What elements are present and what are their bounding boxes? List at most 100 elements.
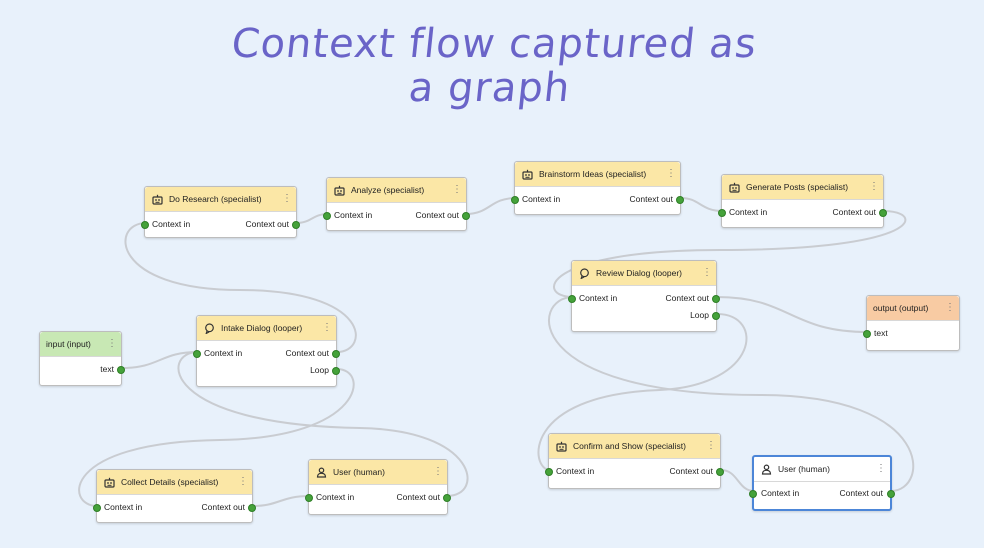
port-label-out: Context out	[245, 219, 289, 229]
node-header[interactable]: User (human) ⋮	[754, 457, 890, 482]
node-title: Do Research (specialist)	[169, 194, 262, 204]
node-brainstorm-ideas[interactable]: Brainstorm Ideas (specialist) ⋮ Context …	[511, 161, 684, 215]
input-port[interactable]	[749, 490, 757, 498]
loop-port[interactable]	[332, 367, 340, 375]
output-port[interactable]	[887, 490, 895, 498]
more-vertical-icon[interactable]: ⋮	[869, 182, 879, 192]
port-label-in: Context in	[579, 293, 618, 303]
node-output[interactable]: output (output) ⋮ text	[863, 295, 960, 351]
robot-icon	[333, 184, 345, 196]
node-title: Confirm and Show (specialist)	[573, 441, 686, 451]
robot-icon	[728, 181, 740, 193]
output-port[interactable]	[443, 494, 451, 502]
node-header[interactable]: output (output) ⋮	[867, 296, 959, 321]
node-analyze[interactable]: Analyze (specialist) ⋮ Context in Contex…	[323, 177, 470, 231]
more-vertical-icon[interactable]: ⋮	[282, 194, 292, 204]
node-collect-details[interactable]: Collect Details (specialist) ⋮ Context i…	[93, 469, 256, 523]
input-port[interactable]	[141, 221, 149, 229]
wire-analyze-brainstorm	[465, 197, 517, 215]
node-header[interactable]: Confirm and Show (specialist) ⋮	[549, 434, 720, 459]
port-label-in: text	[874, 328, 888, 338]
port-label-out: Context out	[629, 194, 673, 204]
robot-icon	[103, 476, 115, 488]
input-port[interactable]	[863, 330, 871, 338]
output-port[interactable]	[332, 350, 340, 358]
node-input[interactable]: input (input) ⋮ text	[39, 331, 125, 386]
port-label-in: Context in	[104, 502, 143, 512]
input-port[interactable]	[93, 504, 101, 512]
port-label-out: Context out	[201, 502, 245, 512]
port-label-loop: Loop	[690, 310, 709, 320]
node-title: output (output)	[873, 303, 929, 313]
more-vertical-icon[interactable]: ⋮	[666, 169, 676, 179]
output-port[interactable]	[462, 212, 470, 220]
loop-port[interactable]	[712, 312, 720, 320]
loop-icon	[578, 267, 590, 279]
port-label-in: Context in	[729, 207, 768, 217]
input-port[interactable]	[511, 196, 519, 204]
more-vertical-icon[interactable]: ⋮	[702, 268, 712, 278]
person-icon	[315, 466, 327, 478]
port-label-out: Context out	[839, 488, 883, 498]
node-do-research[interactable]: Do Research (specialist) ⋮ Context in Co…	[141, 186, 300, 238]
node-header[interactable]: Intake Dialog (looper) ⋮	[197, 316, 336, 341]
more-vertical-icon[interactable]: ⋮	[876, 464, 886, 474]
wire-collect-user1	[251, 495, 311, 507]
port-label-out: Context out	[285, 348, 329, 358]
more-vertical-icon[interactable]: ⋮	[706, 441, 716, 451]
output-port[interactable]	[879, 209, 887, 217]
node-header[interactable]: Review Dialog (looper) ⋮	[572, 261, 716, 286]
node-user-human-selected[interactable]: User (human) ⋮ Context in Context out	[749, 455, 895, 511]
input-port[interactable]	[193, 350, 201, 358]
node-title: User (human)	[333, 467, 385, 477]
node-intake-dialog[interactable]: Intake Dialog (looper) ⋮ Context in Cont…	[193, 315, 340, 387]
input-port[interactable]	[718, 209, 726, 217]
node-title: User (human)	[778, 464, 830, 474]
port-label-in: Context in	[204, 348, 243, 358]
node-header[interactable]: Collect Details (specialist) ⋮	[97, 470, 252, 495]
input-port[interactable]	[323, 212, 331, 220]
output-port[interactable]	[248, 504, 256, 512]
input-port[interactable]	[305, 494, 313, 502]
title-line-1: Context flow captured as	[229, 21, 760, 67]
node-title: Collect Details (specialist)	[121, 477, 219, 487]
wire-input-intake	[121, 351, 199, 369]
more-vertical-icon[interactable]: ⋮	[945, 303, 955, 313]
more-vertical-icon[interactable]: ⋮	[322, 323, 332, 333]
robot-icon	[521, 168, 533, 180]
port-label-out: Context out	[665, 293, 709, 303]
node-generate-posts[interactable]: Generate Posts (specialist) ⋮ Context in…	[718, 174, 887, 228]
more-vertical-icon[interactable]: ⋮	[238, 477, 248, 487]
port-label-out: Context out	[832, 207, 876, 217]
output-port[interactable]	[716, 468, 724, 476]
node-header[interactable]: Brainstorm Ideas (specialist) ⋮	[515, 162, 680, 187]
output-port[interactable]	[712, 295, 720, 303]
wire-confirm-user2	[720, 469, 755, 492]
person-icon	[760, 463, 772, 475]
node-header[interactable]: User (human) ⋮	[309, 460, 447, 485]
output-port[interactable]	[292, 221, 300, 229]
output-port[interactable]	[117, 366, 125, 374]
port-label-out: Context out	[415, 210, 459, 220]
node-user-human[interactable]: User (human) ⋮ Context in Context out	[305, 459, 451, 515]
node-header[interactable]: Analyze (specialist) ⋮	[327, 178, 466, 203]
input-port[interactable]	[545, 468, 553, 476]
node-title: Intake Dialog (looper)	[221, 323, 303, 333]
node-header[interactable]: Generate Posts (specialist) ⋮	[722, 175, 883, 200]
wire-brainstorm-generate	[680, 197, 724, 212]
more-vertical-icon[interactable]: ⋮	[107, 339, 117, 349]
port-label-in: Context in	[316, 492, 355, 502]
more-vertical-icon[interactable]: ⋮	[433, 467, 443, 477]
wire-review-output	[716, 296, 869, 333]
more-vertical-icon[interactable]: ⋮	[452, 185, 462, 195]
node-confirm-and-show[interactable]: Confirm and Show (specialist) ⋮ Context …	[545, 433, 724, 489]
node-title: Generate Posts (specialist)	[746, 182, 849, 192]
output-port[interactable]	[676, 196, 684, 204]
node-review-dialog[interactable]: Review Dialog (looper) ⋮ Context in Cont…	[568, 260, 720, 332]
node-title: Analyze (specialist)	[351, 185, 425, 195]
node-header[interactable]: Do Research (specialist) ⋮	[145, 187, 296, 212]
node-header[interactable]: input (input) ⋮	[40, 332, 121, 357]
input-port[interactable]	[568, 295, 576, 303]
node-title: input (input)	[46, 339, 91, 349]
graph-title: Context flow captured as a graph	[0, 21, 984, 111]
